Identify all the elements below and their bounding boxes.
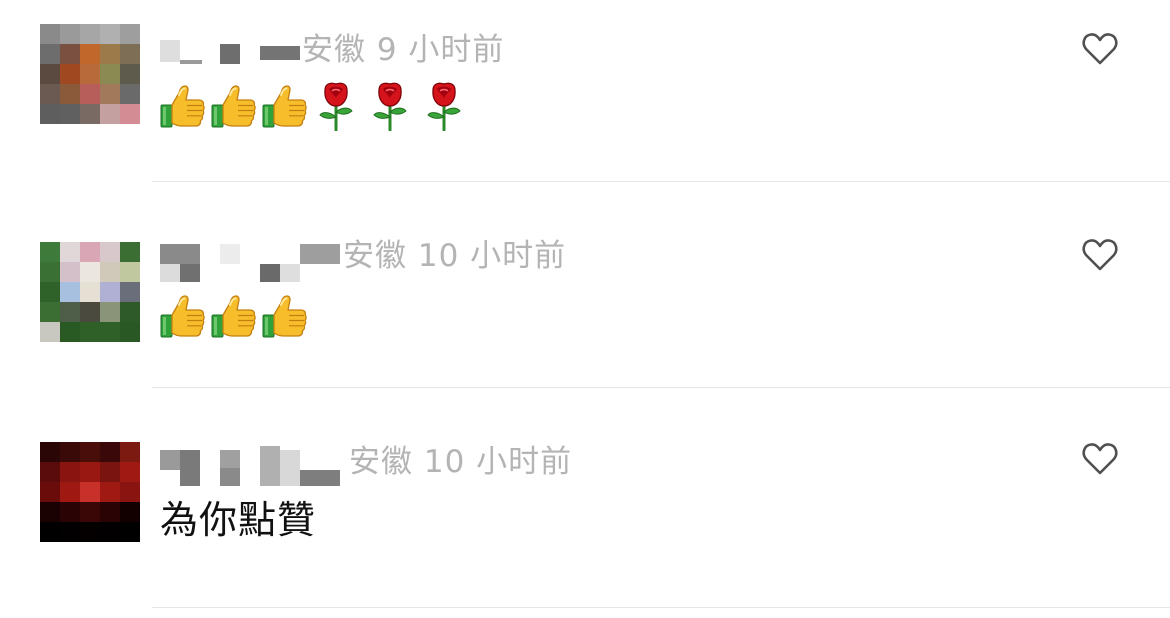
- heart-outline-icon[interactable]: [1082, 442, 1118, 476]
- timestamp: 9 小时前: [376, 32, 505, 68]
- comment-meta: 安徽 10 小时前: [343, 236, 566, 276]
- comment-body: 為你點贊: [160, 494, 316, 546]
- thumbs-up-emoji-icon: [160, 295, 205, 338]
- thumbs-up-emoji-icon: [262, 295, 307, 338]
- heart-outline-icon[interactable]: [1082, 238, 1118, 272]
- comment-body: [160, 290, 313, 342]
- avatar[interactable]: [40, 242, 140, 342]
- rose-emoji-icon: [373, 82, 407, 131]
- thumbs-up-emoji-icon: [262, 85, 307, 128]
- location-label: 安徽: [302, 32, 366, 68]
- timestamp: 10 小时前: [417, 238, 567, 274]
- rose-emoji-icon: [427, 82, 461, 131]
- avatar[interactable]: [40, 24, 140, 124]
- thumbs-up-emoji-icon: [211, 85, 256, 128]
- comment-body: [160, 80, 475, 132]
- comment-meta: 安徽 9 小时前: [302, 30, 504, 70]
- timestamp: 10 小时前: [423, 444, 573, 480]
- thumbs-up-emoji-icon: [160, 85, 205, 128]
- heart-outline-icon[interactable]: [1082, 32, 1118, 66]
- avatar[interactable]: [40, 442, 140, 542]
- comment-item: 安徽 10 小时前: [0, 206, 1170, 412]
- comment-text: 為你點贊: [160, 498, 317, 542]
- comment-item: 安徽 10 小时前 為你點贊: [0, 412, 1170, 618]
- username-redacted[interactable]: [160, 38, 300, 74]
- username-redacted[interactable]: [160, 244, 340, 282]
- divider: [152, 387, 1170, 388]
- location-label: 安徽: [349, 444, 413, 480]
- username-redacted[interactable]: [160, 446, 340, 486]
- thumbs-up-emoji-icon: [211, 295, 256, 338]
- comment-item: 安徽 9 小时前: [0, 0, 1170, 206]
- divider: [152, 181, 1170, 182]
- location-label: 安徽: [343, 238, 407, 274]
- divider: [152, 607, 1170, 608]
- comment-meta: 安徽 10 小时前: [349, 442, 572, 482]
- rose-emoji-icon: [319, 82, 353, 131]
